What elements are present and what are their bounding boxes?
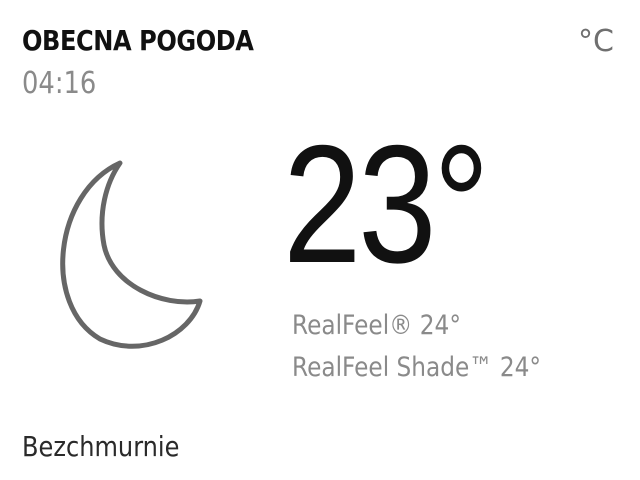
realfeel-shade-value: RealFeel Shade™ 24° [292, 352, 542, 383]
page-title: OBECNA POGODA [22, 24, 254, 57]
realfeel-value: RealFeel® 24° [292, 310, 461, 341]
temperature-unit-toggle[interactable]: °C [578, 24, 614, 59]
weather-condition: Bezchmurnie [22, 430, 180, 463]
moon-icon [60, 160, 203, 349]
current-temperature: 23° [283, 110, 490, 298]
current-time: 04:16 [22, 66, 97, 101]
